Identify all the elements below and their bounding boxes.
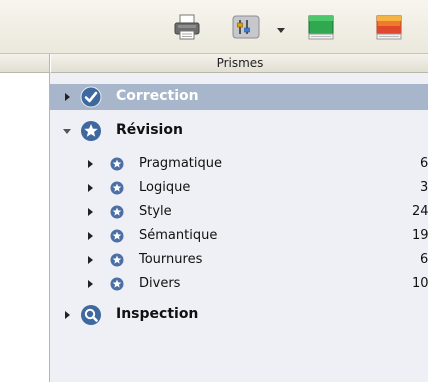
star-icon — [81, 121, 101, 141]
issue-count: 19 — [412, 228, 428, 243]
tree-label-inspection: Inspection — [116, 306, 199, 322]
tree-item-revision[interactable]: Révision — [50, 118, 428, 144]
dropdown-arrow-icon[interactable] — [276, 26, 286, 34]
subitem-label: Divers — [139, 276, 181, 291]
expand-arrow-icon[interactable] — [88, 208, 93, 216]
expand-arrow-icon[interactable] — [65, 93, 70, 101]
subitem-label: Pragmatique — [139, 156, 223, 171]
tree-subitem[interactable]: Divers 10 — [50, 272, 428, 296]
star-icon — [110, 205, 124, 219]
star-icon — [110, 277, 124, 291]
issue-count: 10 — [412, 276, 428, 291]
expand-arrow-icon[interactable] — [88, 256, 93, 264]
expand-arrow-icon[interactable] — [88, 232, 93, 240]
tree-label-correction: Correction — [116, 88, 199, 104]
expand-arrow-icon[interactable] — [88, 184, 93, 192]
star-icon — [110, 157, 124, 171]
star-icon — [110, 253, 124, 267]
prismes-column-header[interactable]: Prismes — [50, 54, 428, 73]
orange-book-icon[interactable] — [374, 12, 404, 42]
left-panel — [0, 54, 50, 382]
check-icon — [80, 86, 102, 108]
issue-count: 6 — [420, 252, 428, 267]
subitem-label: Logique — [139, 180, 191, 195]
green-book-icon[interactable] — [306, 12, 336, 42]
subitem-label: Style — [139, 204, 172, 219]
tree-label-revision: Révision — [116, 122, 183, 138]
printer-icon[interactable] — [172, 12, 202, 42]
star-icon — [110, 229, 124, 243]
tree-item-inspection[interactable]: Inspection — [50, 302, 428, 328]
subitem-label: Sémantique — [139, 228, 218, 243]
expand-arrow-icon[interactable] — [88, 280, 93, 288]
prismes-panel: Prismes Correction Révision Pragmatique … — [50, 54, 428, 382]
expand-arrow-icon[interactable] — [65, 311, 70, 319]
expand-arrow-icon[interactable] — [88, 160, 93, 168]
star-icon — [110, 181, 124, 195]
collapse-arrow-icon[interactable] — [63, 129, 71, 134]
tree-subitem[interactable]: Tournures 6 — [50, 248, 428, 272]
magnifier-icon — [81, 305, 101, 325]
tree-subitem[interactable]: Pragmatique 6 — [50, 152, 428, 176]
tree-item-correction[interactable]: Correction — [50, 84, 428, 110]
subitem-label: Tournures — [139, 252, 203, 267]
settings-icon[interactable] — [231, 12, 261, 42]
tree-subitem[interactable]: Logique 3 — [50, 176, 428, 200]
issue-count: 3 — [420, 180, 428, 195]
tree-subitem[interactable]: Sémantique 19 — [50, 224, 428, 248]
left-column-header[interactable] — [0, 54, 49, 73]
issue-count: 6 — [420, 156, 428, 171]
issue-count: 24 — [412, 204, 428, 219]
tree-subitem[interactable]: Style 24 — [50, 200, 428, 224]
toolbar — [0, 0, 428, 54]
